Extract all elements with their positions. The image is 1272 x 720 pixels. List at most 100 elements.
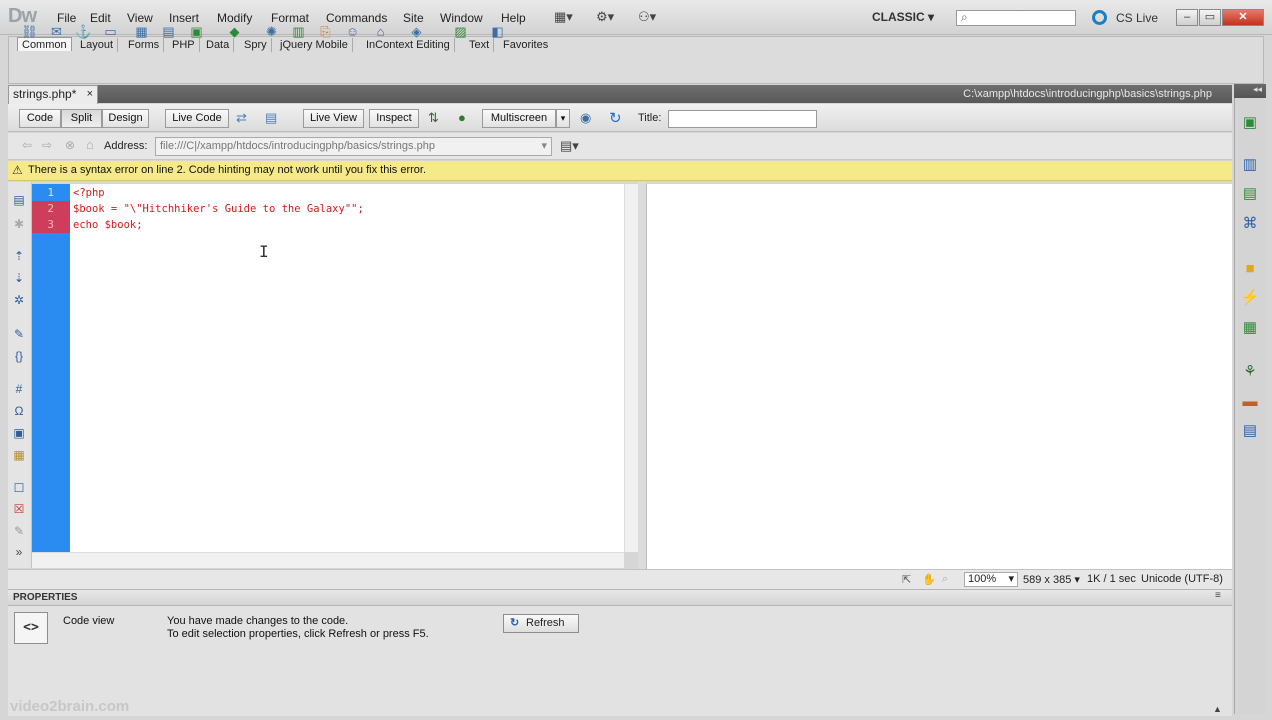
apply-comment-icon[interactable]: ☐ [11, 481, 27, 497]
tab-forms[interactable]: Forms [124, 38, 165, 52]
menu-file[interactable]: File [57, 11, 76, 25]
remove-comment-icon[interactable]: ☒ [11, 502, 27, 518]
select-tool-icon[interactable]: ⇱ [902, 573, 911, 586]
script-icon[interactable]: ◈ [408, 24, 425, 40]
email-link-icon[interactable]: ✉ [48, 24, 65, 40]
tab-text[interactable]: Text [465, 38, 495, 52]
menu-help[interactable]: Help [501, 11, 526, 25]
workspace-switcher[interactable]: CLASSIC ▾ [872, 10, 934, 24]
close-tab-icon[interactable]: × [87, 86, 93, 103]
tab-layout[interactable]: Layout [76, 38, 119, 52]
media-icon[interactable]: ◆ [226, 24, 243, 40]
menu-modify[interactable]: Modify [217, 11, 252, 25]
templates-icon[interactable]: ▨ [452, 24, 469, 40]
tag-chooser-icon[interactable]: ◧ [489, 24, 506, 40]
minimize-button[interactable]: – [1176, 9, 1198, 26]
syntax-error-alerts-icon[interactable]: ▣ [11, 426, 27, 442]
live-view-button[interactable]: Live View [303, 109, 364, 128]
tab-jquery-mobile[interactable]: jQuery Mobile [276, 38, 353, 52]
hyperlink-icon[interactable]: ⛓ [21, 24, 38, 40]
word-wrap-icon[interactable]: ▦ [11, 448, 27, 464]
menu-insert[interactable]: Insert [169, 11, 199, 25]
tag-inspector-icon[interactable]: ⌘ [1240, 214, 1260, 234]
line-numbers-icon[interactable]: # [11, 382, 27, 398]
home-icon[interactable]: ⌂ [86, 137, 94, 152]
address-dropdown-icon[interactable]: ▾ [541, 138, 547, 155]
refresh-button[interactable]: ↻ Refresh [503, 614, 579, 633]
images-icon[interactable]: ▣ [188, 24, 205, 40]
properties-header[interactable] [8, 589, 1232, 606]
assets-icon[interactable]: ■ [1240, 259, 1260, 279]
multiscreen-dropdown[interactable]: ▾ [556, 109, 570, 128]
comment-icon[interactable]: ☺ [344, 24, 361, 40]
hand-tool-icon[interactable]: ✋ [922, 573, 936, 586]
code-line[interactable]: <?php [73, 185, 105, 201]
show-code-navigator-icon[interactable]: ✱ [11, 217, 27, 233]
snippets-icon[interactable]: ▦ [1240, 318, 1260, 338]
site-icon[interactable]: ⚇▾ [638, 9, 656, 25]
validate-icon[interactable]: ⇅ [428, 110, 439, 126]
search-input[interactable]: ⌕ [956, 10, 1076, 26]
gear-icon[interactable]: ⚙▾ [596, 9, 614, 25]
menu-edit[interactable]: Edit [90, 11, 111, 25]
code-line[interactable]: echo $book; [73, 217, 143, 233]
tab-incontext-editing[interactable]: InContext Editing [362, 38, 455, 52]
tab-data[interactable]: Data [202, 38, 235, 52]
code-editor[interactable] [70, 184, 624, 552]
dock-header[interactable]: ◂◂ [1234, 84, 1266, 98]
menu-format[interactable]: Format [271, 11, 309, 25]
code-view-button[interactable]: Code [19, 109, 61, 128]
layout-icon[interactable]: ▦▾ [554, 9, 573, 25]
code-vertical-scrollbar[interactable] [624, 184, 638, 552]
collapse-full-tag-icon[interactable]: ⇡ [11, 249, 27, 265]
databases-icon[interactable]: ▬ [1240, 392, 1260, 412]
tab-php[interactable]: PHP [168, 38, 200, 52]
files-icon[interactable]: ⚘ [1240, 362, 1260, 382]
wrap-tag-icon[interactable]: ✎ [11, 524, 27, 540]
zoom-select[interactable]: 100% ▾ [964, 572, 1018, 587]
refresh-icon[interactable]: ↻ [609, 109, 622, 127]
expand-all-icon[interactable]: ✲ [11, 293, 27, 309]
panel-options-icon[interactable]: ≡ [1215, 590, 1221, 601]
widget-icon[interactable]: ✺ [263, 24, 280, 40]
back-icon[interactable]: ⇦ [22, 138, 32, 152]
open-documents-icon[interactable]: ▤ [11, 193, 27, 209]
menu-view[interactable]: View [127, 11, 153, 25]
menu-site[interactable]: Site [403, 11, 424, 25]
multiscreen-button[interactable]: Multiscreen [482, 109, 556, 128]
css-styles-icon[interactable]: ▥ [1240, 155, 1260, 175]
zoom-tool-icon[interactable]: ⌕ [942, 573, 948, 586]
split-divider[interactable] [638, 182, 646, 570]
table-icon[interactable]: ▦ [133, 24, 150, 40]
preview-browser-icon[interactable]: ● [458, 110, 466, 125]
menu-window[interactable]: Window [440, 11, 483, 25]
insert-panel-icon[interactable]: ▣ [1240, 113, 1260, 133]
browser-navigation-options-icon[interactable]: ▤▾ [560, 138, 579, 154]
horizontal-rule-icon[interactable]: ▭ [102, 24, 119, 40]
stop-icon[interactable]: ⊗ [65, 138, 75, 152]
date-icon[interactable]: ▥ [290, 24, 307, 40]
close-button[interactable]: ✕ [1222, 9, 1264, 26]
collapse-selection-icon[interactable]: ⇣ [11, 271, 27, 287]
cslive-icon[interactable] [1092, 10, 1107, 25]
title-input[interactable] [668, 110, 817, 128]
design-view[interactable] [646, 184, 1232, 569]
highlight-invalid-code-icon[interactable]: Ω [11, 404, 27, 420]
more-tools-icon[interactable]: » [11, 545, 27, 561]
cslive-label[interactable]: CS Live [1116, 11, 1158, 25]
window-size[interactable]: 589 x 385 ▾ [1023, 573, 1080, 586]
head-icon[interactable]: ⌂ [372, 24, 389, 40]
named-anchor-icon[interactable]: ⚓ [75, 24, 92, 40]
server-include-icon[interactable]: ⎘ [317, 24, 334, 40]
design-view-button[interactable]: Design [102, 109, 149, 128]
visual-aids-icon[interactable]: ◉ [580, 110, 591, 126]
code-line[interactable]: $book = "\"Hitchhiker's Guide to the Gal… [73, 201, 364, 217]
file-management-icon[interactable]: ⇄ [236, 110, 247, 126]
insert-div-icon[interactable]: ▤ [160, 24, 177, 40]
browser-check-icon[interactable]: ▤ [265, 110, 277, 126]
address-input[interactable]: file:///C|/xampp/htdocs/introducingphp/b… [155, 137, 552, 156]
balance-braces-icon[interactable]: {} [11, 349, 27, 365]
behaviors-icon[interactable]: ⚡ [1240, 288, 1260, 308]
bindings-icon[interactable]: ▤ [1240, 421, 1260, 441]
tab-spry[interactable]: Spry [240, 38, 272, 52]
